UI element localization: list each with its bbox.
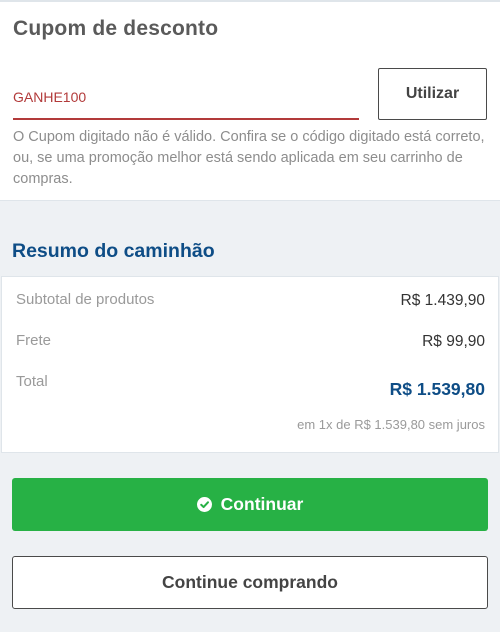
total-label: Total xyxy=(16,373,48,390)
shipping-value: R$ 99,90 xyxy=(422,333,485,350)
continue-button-label: Continuar xyxy=(220,494,304,514)
subtotal-label: Subtotal de produtos xyxy=(16,291,155,308)
coupon-input-container xyxy=(13,72,359,120)
coupon-input[interactable] xyxy=(13,72,359,118)
total-value: R$ 1.539,80 xyxy=(389,379,485,399)
continue-button[interactable]: Continuar xyxy=(12,478,488,531)
shipping-label: Frete xyxy=(16,332,52,349)
subtotal-value: R$ 1.439,90 xyxy=(400,292,485,309)
coupon-error-message: O Cupom digitado não é válido. Confira s… xyxy=(13,129,485,187)
coupon-section: Cupom de desconto Utilizar O Cupom digit… xyxy=(0,0,500,201)
check-circle-icon xyxy=(196,497,212,512)
order-summary: Subtotal de produtos R$ 1.439,90 Frete R… xyxy=(1,276,499,453)
installments-info: em 1x de R$ 1.539,80 sem juros xyxy=(297,417,485,432)
continue-shopping-button[interactable]: Continue comprando xyxy=(12,556,488,609)
summary-title: Resumo do caminhão xyxy=(12,240,215,262)
coupon-title: Cupom de desconto xyxy=(13,17,219,40)
apply-coupon-button[interactable]: Utilizar xyxy=(378,68,487,120)
